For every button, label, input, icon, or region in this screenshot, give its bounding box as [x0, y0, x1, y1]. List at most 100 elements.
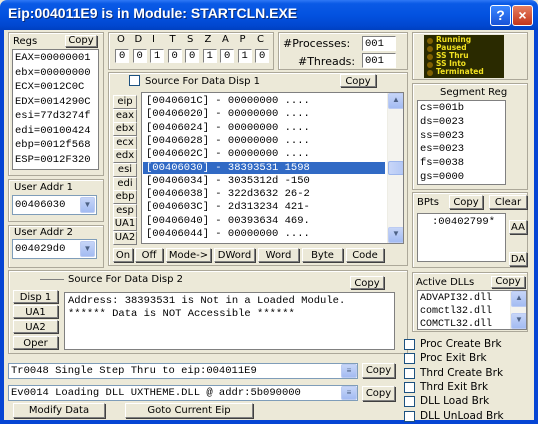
log-line-1[interactable]: Tr0048 Single Step Thru to eip:004011E9 …: [8, 363, 358, 379]
user-addr-1-combo[interactable]: 00406030 ▼: [12, 195, 97, 215]
dlls-scrollbar[interactable]: ▲ ▼: [510, 291, 526, 329]
user-addr-2-value: 004029d0: [15, 243, 66, 255]
memory-line[interactable]: [00406034] - 3035312d -150: [143, 175, 385, 187]
bpts-list: :00402799*: [417, 213, 506, 262]
reg-button-ua1[interactable]: UA1: [113, 217, 137, 232]
log-copy-button-1[interactable]: Copy: [362, 363, 395, 378]
breakpoint-item[interactable]: :00402799*: [432, 216, 495, 228]
scroll-up-icon[interactable]: ▲: [388, 93, 403, 109]
flag-value-box[interactable]: 0: [115, 49, 129, 63]
reg-button-ecx[interactable]: ecx: [113, 135, 137, 150]
checkbox-proc-create-brk[interactable]: [404, 339, 415, 350]
flag-value-box[interactable]: 0: [255, 49, 269, 63]
mode-button-off[interactable]: Off: [135, 248, 163, 262]
disp1-checkbox[interactable]: [129, 75, 140, 86]
log-line-1-text: Tr0048 Single Step Thru to eip:004011E9: [11, 365, 257, 377]
reg-button-eax[interactable]: eax: [113, 108, 137, 123]
scroll-down-icon[interactable]: ▼: [388, 227, 403, 243]
checkbox-label: Thrd Create Brk: [420, 366, 504, 379]
goto-current-eip-button[interactable]: Goto Current Eip: [125, 403, 253, 418]
memory-line-selected[interactable]: [00406030] - 38393531 1598: [143, 161, 385, 174]
disp2-line: ****** Data is NOT Accessible ******: [68, 308, 295, 320]
reg-button-ebp[interactable]: ebp: [113, 190, 137, 205]
scroll-up-icon[interactable]: ▲: [511, 291, 526, 307]
memory-line[interactable]: [0040601C] - 00000000 ....: [143, 95, 385, 107]
flag-value-box[interactable]: 0: [167, 49, 182, 63]
scroll-thumb[interactable]: [388, 161, 403, 175]
checkbox-thrd-create-brk[interactable]: [404, 367, 415, 379]
flag-value-box[interactable]: 1: [237, 49, 252, 63]
mode-button-byte[interactable]: Byte: [302, 248, 343, 262]
chevron-down-icon[interactable]: ▼: [80, 197, 95, 213]
bpts-aa-button[interactable]: AA: [509, 220, 527, 234]
mode-button-word[interactable]: Word: [258, 248, 299, 262]
user-addr-2-combo[interactable]: 004029d0 ▼: [12, 239, 97, 259]
reg-button-ebx[interactable]: ebx: [113, 122, 137, 137]
reg-button-edi[interactable]: edi: [113, 176, 137, 191]
flag-value-box[interactable]: 0: [220, 49, 234, 63]
reg-button-esp[interactable]: esp: [113, 203, 137, 218]
checkbox-dll-unload-brk[interactable]: [404, 410, 415, 422]
title-bar[interactable]: Eip:004011E9 is in Module: STARTCLN.EXE …: [0, 0, 538, 30]
disp2-copy-button[interactable]: Copy: [350, 276, 384, 289]
bpts-da-button[interactable]: DA: [509, 252, 527, 266]
scroll-down-icon[interactable]: ▼: [511, 313, 526, 329]
disp1-scrollbar[interactable]: ▲ ▼: [387, 93, 403, 243]
flag-value-box[interactable]: 1: [202, 49, 217, 63]
memory-line[interactable]: [00406024] - 00000000 ....: [143, 122, 385, 134]
flag-value-box[interactable]: 0: [132, 49, 147, 63]
disp2-button-ua2[interactable]: UA2: [13, 320, 58, 333]
dll-item[interactable]: comctl32.dll: [420, 306, 492, 318]
checkbox-dll-load-brk[interactable]: [404, 396, 415, 408]
memory-line[interactable]: [00406020] - 00000000 ....: [143, 108, 385, 120]
memory-line[interactable]: [0040603C] - 2d313234 421-: [143, 201, 385, 213]
mode-button-code[interactable]: Code: [346, 248, 384, 262]
window-frame-left: [0, 30, 4, 424]
memory-line[interactable]: [0040602C] - 00000000 ....: [143, 148, 385, 160]
disp2-button-oper[interactable]: Oper: [13, 336, 58, 349]
segment-line: ds=0023: [420, 115, 465, 128]
disp1-copy-button[interactable]: Copy: [340, 74, 376, 87]
flag-letter: T: [169, 34, 176, 45]
reg-button-eip[interactable]: eip: [113, 95, 137, 109]
mode-button-on[interactable]: On: [113, 248, 133, 262]
reg-button-ua2[interactable]: UA2: [113, 231, 137, 245]
bpts-copy-button[interactable]: Copy: [449, 195, 483, 209]
mode-button-dword[interactable]: DWord: [214, 248, 255, 262]
flag-value-box[interactable]: 1: [150, 49, 164, 63]
dlls-copy-button[interactable]: Copy: [491, 276, 525, 288]
memory-line[interactable]: [00406044] - 00000000 ....: [143, 228, 385, 240]
checkbox-proc-exit-brk[interactable]: [404, 353, 415, 365]
memory-line[interactable]: [00406038] - 322d3632 26-2: [143, 188, 385, 200]
mode-button-mode[interactable]: Mode->: [166, 248, 211, 262]
threads-value: 001: [365, 55, 384, 67]
dll-item[interactable]: ADVAPI32.dll: [420, 293, 492, 305]
spin-icon[interactable]: ≡: [341, 386, 357, 400]
regs-list: EAX=00000001 ebx=00000000 ECX=0012C0C EDX=0…: [12, 49, 99, 170]
modify-data-button[interactable]: Modify Data: [13, 403, 105, 418]
status-legend: Running Paused SS Thru SS Into Terminated: [424, 35, 504, 78]
memory-line[interactable]: [00406040] - 00393634 469.: [143, 215, 385, 227]
help-button[interactable]: ?: [490, 5, 511, 26]
disp2-button-ua1[interactable]: UA1: [13, 305, 58, 318]
dll-item[interactable]: COMCTL32.dll: [420, 319, 492, 329]
register-line: ebp=0012f568: [15, 139, 91, 151]
log-line-2[interactable]: Ev0014 Loading DLL UXTHEME.DLL @ addr:5b…: [8, 385, 358, 401]
log-copy-button-2[interactable]: Copy: [362, 386, 395, 401]
disp1-list: [0040601C] - 00000000 .... [00406020] - 0…: [141, 92, 404, 244]
checkbox-thrd-exit-brk[interactable]: [404, 381, 415, 393]
flag-value-box[interactable]: 0: [185, 49, 199, 63]
memory-line[interactable]: [00406028] - 00000000 ....: [143, 135, 385, 147]
spin-icon[interactable]: ≡: [341, 364, 357, 378]
user-addr-1-label: User Addr 1: [14, 182, 73, 193]
disp2-button-disp1[interactable]: Disp 1: [13, 290, 58, 303]
flag-letter: A: [222, 34, 229, 45]
regs-copy-button[interactable]: Copy: [65, 35, 97, 47]
close-button[interactable]: ×: [512, 5, 533, 26]
flag-value: 0: [189, 50, 196, 62]
reg-button-esi[interactable]: esi: [113, 163, 137, 177]
reg-button-edx[interactable]: edx: [113, 149, 137, 164]
bpts-label: BPts: [417, 197, 440, 208]
chevron-down-icon[interactable]: ▼: [80, 241, 95, 257]
bpts-clear-button[interactable]: Clear: [489, 195, 527, 209]
